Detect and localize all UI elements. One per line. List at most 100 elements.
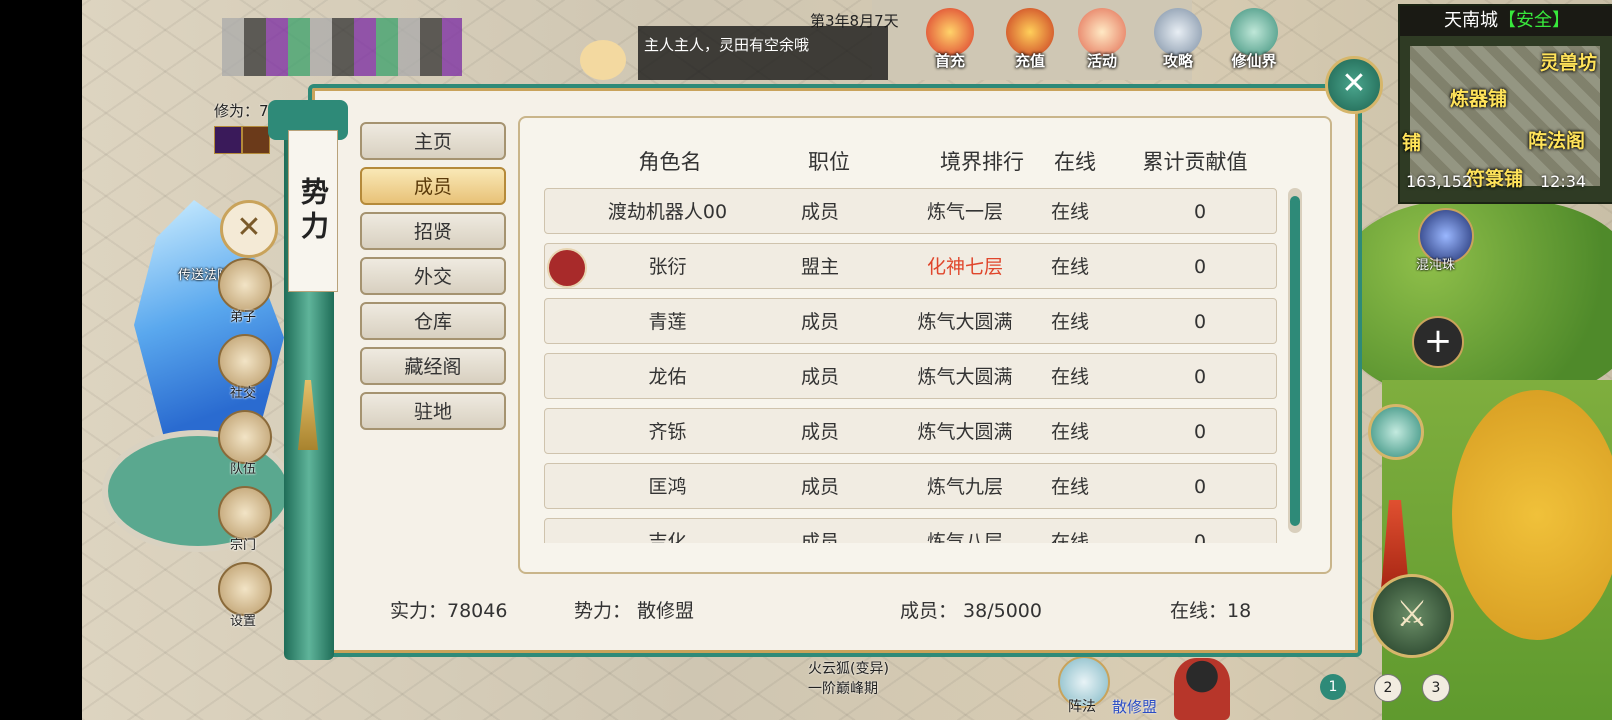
cultivation-label: 修为：7: [214, 102, 269, 120]
player-coordinates: 163,152: [1406, 172, 1473, 191]
member-name: 匡鸿: [648, 476, 687, 498]
formation-label: 阵法: [1068, 699, 1096, 715]
member-row[interactable]: 齐铄 成员 炼气大圆满 在线 0: [544, 408, 1277, 454]
minimap[interactable]: 天南城【安全】 灵兽坊 炼器铺 铺 阵法阁 符箓铺 163,152 12:34: [1398, 4, 1612, 204]
event-activity[interactable]: 活动: [1076, 8, 1128, 80]
event-label: 攻略: [1162, 52, 1193, 70]
pavilion-icon: [1230, 8, 1278, 56]
member-position: 成员: [800, 366, 839, 388]
member-contribution: 0: [1193, 311, 1207, 333]
skill-icon[interactable]: [214, 126, 242, 154]
event-label: 活动: [1086, 52, 1117, 70]
left-close-icon[interactable]: ✕: [220, 200, 278, 258]
nav-warehouse[interactable]: 仓库: [360, 302, 506, 340]
member-realm: 炼气九层: [926, 476, 1003, 498]
column-header-contribution: 累计贡献值: [1142, 150, 1248, 174]
member-position: 成员: [800, 311, 839, 333]
tree-canopy: [1337, 200, 1612, 400]
skill-icon[interactable]: [242, 126, 270, 154]
member-row[interactable]: 吉化 成员 炼气八层 在线 0: [544, 518, 1277, 543]
nav-diplomacy[interactable]: 外交: [360, 257, 506, 295]
minimap-label: 符箓铺: [1466, 168, 1524, 190]
close-button[interactable]: ✕: [1325, 56, 1383, 114]
page-2-button[interactable]: 2: [1374, 674, 1402, 702]
pet-stage: 一阶巅峰期: [808, 681, 878, 697]
nav-members[interactable]: 成员: [360, 167, 506, 205]
notice-box[interactable]: 主人主人，灵田有空余哦: [638, 26, 888, 80]
event-first-recharge[interactable]: 首充: [924, 8, 976, 80]
member-contribution: 0: [1193, 366, 1207, 388]
faction-name: 势力： 散修盟: [574, 600, 695, 622]
member-position: 盟主: [800, 256, 839, 278]
member-position: 成员: [800, 201, 839, 223]
ginkgo-tree: [1452, 390, 1612, 640]
member-realm: 炼气八层: [926, 531, 1003, 543]
lantern-icon: [1078, 8, 1126, 56]
social-label: 社交: [229, 386, 256, 401]
member-row[interactable]: 匡鸿 成员 炼气九层 在线 0: [544, 463, 1277, 509]
page-3-button[interactable]: 3: [1422, 674, 1450, 702]
minimap-label: 阵法阁: [1528, 130, 1586, 152]
event-cultivation-world[interactable]: 修仙界: [1222, 8, 1286, 80]
nav-station[interactable]: 驻地: [360, 392, 506, 430]
column-header-name: 角色名: [638, 150, 702, 174]
member-position: 成员: [800, 421, 839, 443]
minimap-header: 天南城【安全】: [1400, 6, 1612, 36]
member-contribution: 0: [1193, 256, 1207, 278]
member-online: 在线: [1050, 201, 1089, 223]
member-name: 齐铄: [648, 421, 687, 443]
members-list[interactable]: 渡劫机器人00 成员 炼气一层 在线 0 张衍 盟主 化神七层 在线 0 青莲 …: [544, 186, 1277, 543]
member-realm: 炼气大圆满: [917, 311, 1013, 333]
list-scrollbar-thumb[interactable]: [1290, 196, 1300, 526]
member-online: 在线: [1050, 476, 1089, 498]
disciple-label: 弟子: [229, 310, 256, 325]
clock-time: 12:34: [1540, 172, 1587, 191]
member-count: 成员： 38/5000: [900, 600, 1042, 622]
member-row[interactable]: 青莲 成员 炼气大圆满 在线 0: [544, 298, 1277, 344]
nav-recruit[interactable]: 招贤: [360, 212, 506, 250]
settings-icon[interactable]: [218, 562, 272, 616]
member-position: 成员: [800, 476, 839, 498]
member-row[interactable]: 龙佑 成员 炼气大圆满 在线 0: [544, 353, 1277, 399]
member-name: 龙佑: [648, 366, 687, 388]
event-recharge[interactable]: 充值: [1004, 8, 1056, 80]
add-icon[interactable]: +: [1412, 316, 1464, 368]
member-online: 在线: [1050, 366, 1089, 388]
player-character[interactable]: [1174, 658, 1230, 720]
social-icon[interactable]: [218, 334, 272, 388]
nav-library[interactable]: 藏经阁: [360, 347, 506, 385]
faction-strength: 实力：78046: [390, 600, 508, 622]
npc-avatar: [580, 40, 626, 80]
panel-title: 势力: [288, 130, 338, 292]
sect-icon[interactable]: [218, 486, 272, 540]
member-online: 在线: [1050, 311, 1089, 333]
member-name: 吉化: [648, 531, 687, 543]
city-name: 天南城: [1444, 10, 1498, 31]
event-label: 修仙界: [1231, 52, 1277, 70]
page-1-button[interactable]: 1: [1320, 674, 1346, 700]
jade-disc-icon[interactable]: [1368, 404, 1424, 460]
event-guide[interactable]: 攻略: [1152, 8, 1204, 80]
member-name: 张衍: [648, 256, 687, 278]
minimap-label: 灵兽坊: [1540, 52, 1598, 74]
disciple-icon[interactable]: [218, 258, 272, 312]
member-online: 在线: [1050, 256, 1089, 278]
attack-sword-icon[interactable]: ⚔: [1370, 574, 1454, 658]
member-online: 在线: [1050, 421, 1089, 443]
member-contribution: 0: [1193, 476, 1207, 498]
event-label: 首充: [934, 52, 965, 70]
member-contribution: 0: [1193, 531, 1207, 543]
sect-tag: 散修盟: [1112, 698, 1158, 716]
safety-status: 【安全】: [1498, 10, 1570, 31]
member-name: 青莲: [648, 311, 687, 333]
treasure-bag-icon: [1006, 8, 1054, 56]
online-count: 在线：18: [1170, 600, 1252, 622]
member-online: 在线: [1050, 531, 1089, 543]
member-row[interactable]: 渡劫机器人00 成员 炼气一层 在线 0: [544, 188, 1277, 234]
gift-icon: [926, 8, 974, 56]
member-row[interactable]: 张衍 盟主 化神七层 在线 0: [544, 243, 1277, 289]
nav-home[interactable]: 主页: [360, 122, 506, 160]
team-label: 队伍: [229, 462, 256, 477]
team-icon[interactable]: [218, 410, 272, 464]
member-position: 成员: [800, 531, 839, 543]
